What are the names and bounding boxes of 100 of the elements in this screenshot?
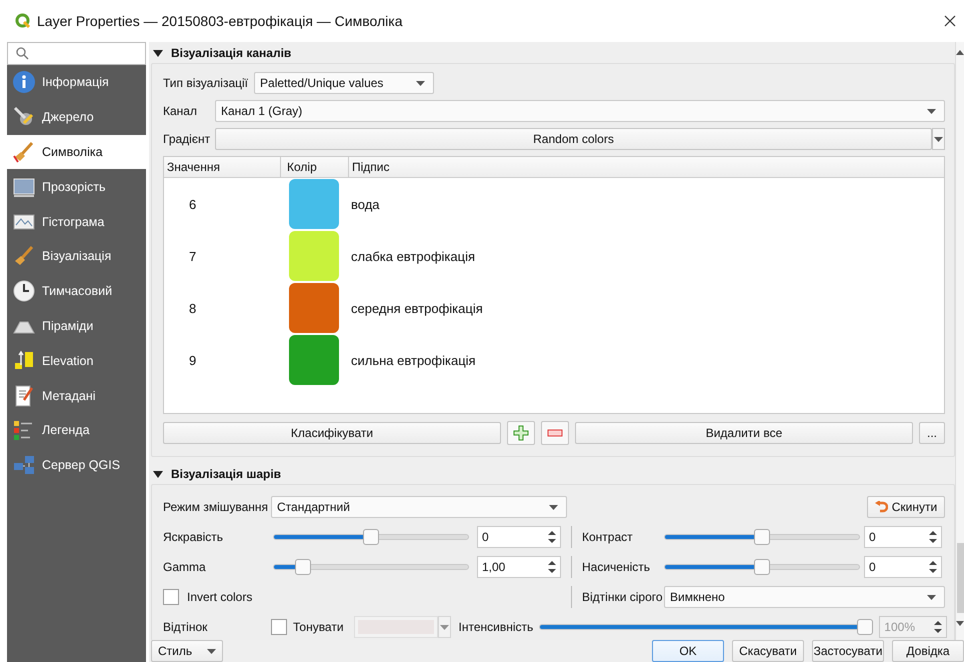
- slider-thumb[interactable]: [363, 529, 379, 545]
- field-label: Градієнт: [163, 132, 209, 146]
- collapse-arrow-icon[interactable]: [153, 48, 163, 56]
- sidebar-item[interactable]: Метадані: [7, 378, 146, 413]
- column-header[interactable]: Значення: [164, 157, 281, 177]
- dialog-button[interactable]: Довідка: [892, 640, 964, 662]
- classify-button[interactable]: Класифікувати: [163, 422, 501, 444]
- blending-dropdown[interactable]: Стандартний: [271, 496, 567, 518]
- sidebar-item[interactable]: Джерело: [7, 100, 146, 135]
- sidebar-item[interactable]: Легенда: [7, 412, 146, 448]
- minus-icon: [547, 429, 563, 437]
- table-cell-text: 9: [188, 352, 198, 368]
- checkbox[interactable]: [163, 589, 179, 605]
- slider-thumb[interactable]: [294, 559, 311, 575]
- section-title: Візуалізація шарів: [171, 466, 282, 480]
- dialog-button[interactable]: OK: [652, 640, 724, 662]
- spin-arrows-icon[interactable]: [547, 529, 557, 545]
- field-label: Відтінок: [163, 620, 208, 634]
- table-cell-text: 6: [188, 196, 198, 212]
- spin-box[interactable]: 0: [477, 526, 561, 548]
- color-picker[interactable]: [354, 616, 438, 638]
- color-swatch[interactable]: [289, 283, 339, 333]
- sidebar-item[interactable]: Візуалізація: [7, 238, 146, 274]
- dialog-button[interactable]: Застосувати: [812, 640, 884, 662]
- field-label: Яскравість: [163, 530, 224, 544]
- scroll-up-icon[interactable]: [956, 50, 964, 55]
- field-label: Контраст: [582, 530, 634, 544]
- gradient-button[interactable]: Random colors: [215, 128, 932, 150]
- clock-icon: [12, 279, 36, 304]
- sidebar-item[interactable]: Тимчасовий: [7, 274, 146, 309]
- caret-icon: [927, 108, 936, 114]
- color-swatch[interactable]: [289, 179, 339, 229]
- slider[interactable]: [273, 529, 469, 545]
- slider[interactable]: [664, 559, 860, 575]
- brush-icon: [12, 140, 36, 164]
- sidebar-item[interactable]: Інформація: [7, 65, 146, 100]
- table-cell: сильна евтрофікація: [351, 352, 476, 368]
- table-cell: середня евтрофікація: [351, 300, 483, 316]
- search-field[interactable]: [7, 42, 146, 65]
- field-label: Режим змішування: [163, 500, 265, 514]
- slider[interactable]: [273, 559, 469, 575]
- slider-thumb[interactable]: [754, 529, 770, 545]
- slider[interactable]: [664, 529, 860, 545]
- caret-icon: [927, 594, 936, 600]
- band-dropdown[interactable]: Канал 1 (Gray): [215, 100, 945, 122]
- gradient-dropdown[interactable]: [932, 128, 945, 150]
- section-title: Візуалізація каналів: [171, 46, 292, 60]
- checkbox[interactable]: [271, 619, 287, 635]
- close-icon[interactable]: [944, 15, 956, 27]
- caret-icon: [416, 80, 426, 86]
- spin-box[interactable]: 0: [864, 556, 942, 578]
- reset-button[interactable]: Скинути: [867, 496, 945, 518]
- spin-arrows-icon[interactable]: [928, 559, 938, 575]
- slider-thumb[interactable]: [857, 619, 874, 635]
- table-cell: слабка евтрофікація: [351, 248, 476, 264]
- color-swatch[interactable]: [289, 231, 339, 281]
- field-label: Тип візуалізації: [163, 76, 248, 90]
- sidebar-item[interactable]: Прозорість: [7, 169, 146, 204]
- sidebar-item[interactable]: Гістограма: [7, 204, 146, 239]
- sidebar-item[interactable]: Піраміди: [7, 308, 146, 344]
- scroll-down-icon[interactable]: [956, 621, 964, 626]
- info-icon: [12, 70, 36, 94]
- render-type-dropdown[interactable]: Paletted/Unique values: [254, 72, 434, 94]
- search-icon: [16, 47, 29, 60]
- scrollbar[interactable]: [955, 42, 964, 640]
- field-label: Канал: [163, 104, 198, 118]
- style-button[interactable]: Стиль: [151, 640, 223, 662]
- column-header[interactable]: Колір: [281, 157, 349, 177]
- logo-icon: [15, 13, 31, 29]
- add-button[interactable]: [507, 421, 535, 445]
- dialog-button[interactable]: Скасувати: [732, 640, 804, 662]
- caret-icon: [934, 136, 943, 142]
- color-swatch[interactable]: [289, 335, 339, 385]
- slider-thumb[interactable]: [754, 559, 770, 575]
- spin-box[interactable]: 0: [864, 526, 942, 548]
- color-dropdown[interactable]: [438, 616, 451, 638]
- spin-arrows-icon[interactable]: [928, 529, 938, 545]
- column-header[interactable]: Підпис: [349, 157, 944, 177]
- delete-all-button[interactable]: Видалити все: [575, 422, 913, 444]
- sidebar-item[interactable]: Elevation: [7, 343, 146, 378]
- collapse-arrow-icon[interactable]: [153, 470, 163, 478]
- plus-icon: [513, 425, 529, 441]
- caret-icon: [549, 504, 558, 510]
- slider[interactable]: [539, 619, 874, 635]
- undo-icon: [874, 501, 888, 513]
- more-button[interactable]: ...: [919, 422, 945, 444]
- grayscale-dropdown[interactable]: Вимкнено: [664, 586, 945, 608]
- spin-arrows-icon[interactable]: [547, 559, 557, 575]
- field-label: Інтенсивність: [458, 620, 534, 634]
- table-cell-text: 7: [188, 248, 198, 264]
- sidebar-item[interactable]: Символіка: [7, 134, 146, 170]
- table-cell-text: 8: [188, 300, 198, 316]
- sidebar-item[interactable]: Сервер QGIS: [7, 448, 146, 483]
- table-cell: вода: [351, 196, 380, 212]
- spin-box[interactable]: 1,00: [477, 556, 561, 578]
- window-title: Layer Properties — 20150803-евтрофікація — Символіка: [37, 13, 404, 29]
- remove-button[interactable]: [541, 421, 569, 445]
- field-label: Gamma: [163, 560, 207, 574]
- field-label: Насиченість: [582, 560, 652, 574]
- caret-icon: [440, 624, 449, 630]
